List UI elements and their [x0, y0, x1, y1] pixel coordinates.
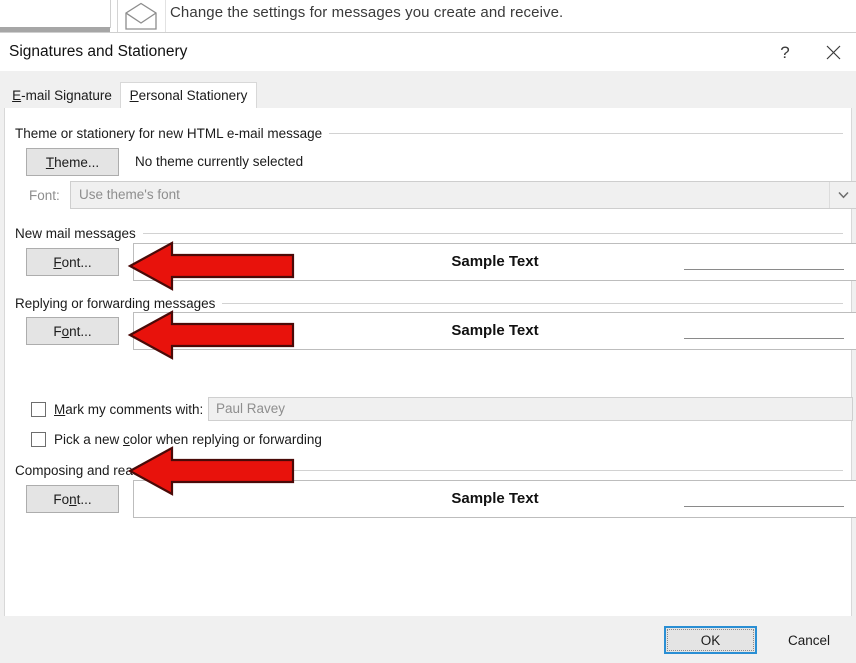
dialog-tabstrip: E-mail Signature Personal Stationery	[0, 82, 856, 108]
new-mail-font-button[interactable]: Font...	[26, 248, 119, 276]
group-rule-theme	[329, 133, 843, 134]
mark-comments-checkbox-row[interactable]: Mark my comments with:	[31, 402, 203, 417]
pick-new-color-checkbox-row[interactable]: Pick a new color when replying or forwar…	[31, 432, 322, 447]
theme-button[interactable]: Theme...	[26, 148, 119, 176]
tab-email-signature-label: E-mail Signature	[12, 87, 112, 103]
close-button[interactable]	[810, 33, 856, 71]
ok-button[interactable]: OK	[664, 626, 757, 654]
group-rule-reply-forward	[222, 303, 843, 304]
new-mail-font-button-label: Font...	[53, 254, 92, 270]
reply-forward-font-button-label: Font...	[53, 323, 92, 339]
mark-comments-input-value: Paul Ravey	[216, 401, 286, 416]
theme-font-label: Font:	[29, 188, 60, 203]
group-label-plain-text-text: Composing and reading plain text message…	[15, 463, 282, 478]
group-label-theme: Theme or stationery for new HTML e-mail …	[15, 126, 843, 141]
group-label-theme-text: Theme or stationery for new HTML e-mail …	[15, 126, 323, 141]
plain-text-font-button-label: Font...	[53, 491, 92, 507]
mark-comments-checkbox[interactable]	[31, 402, 46, 417]
background-divider-1	[117, 0, 118, 34]
tab-personal-stationery[interactable]: Personal Stationery	[120, 82, 257, 108]
dialog-footer: OK Cancel	[0, 616, 856, 663]
background-app-strip: Change the settings for messages you cre…	[0, 0, 856, 34]
group-rule-plain-text	[288, 470, 843, 471]
mark-comments-label: Mark my comments with:	[54, 402, 204, 417]
group-label-plain-text: Composing and reading plain text message…	[15, 463, 843, 478]
new-mail-preview-rule	[684, 269, 844, 270]
group-label-new-mail-text: New mail messages	[15, 226, 136, 241]
mark-comments-input[interactable]: Paul Ravey	[208, 397, 853, 421]
ok-focus-ring	[667, 629, 754, 651]
new-mail-sample-text: Sample Text	[451, 253, 539, 270]
close-icon	[826, 45, 840, 59]
pick-new-color-checkbox[interactable]	[31, 432, 46, 447]
dialog-titlebar: Signatures and Stationery ?	[0, 33, 856, 71]
group-rule-new-mail	[142, 233, 843, 234]
plain-text-sample-text: Sample Text	[451, 490, 539, 507]
theme-font-combobox[interactable]: Use theme's font	[70, 181, 856, 209]
new-mail-preview: Sample Text	[133, 243, 856, 281]
background-left-tab	[0, 0, 111, 28]
chevron-down-icon[interactable]	[829, 182, 856, 208]
tab-email-signature[interactable]: E-mail Signature	[4, 82, 120, 108]
plain-text-font-button[interactable]: Font...	[26, 485, 119, 513]
tab-personal-stationery-label: Personal Stationery	[129, 88, 248, 103]
theme-font-value: Use theme's font	[79, 187, 180, 202]
group-label-new-mail: New mail messages	[15, 226, 843, 241]
plain-text-preview: Sample Text	[133, 480, 856, 518]
personal-stationery-panel: Theme or stationery for new HTML e-mail …	[4, 108, 856, 617]
reply-forward-preview-rule	[684, 338, 844, 339]
reply-forward-sample-text: Sample Text	[451, 322, 539, 339]
theme-button-label: Theme...	[45, 154, 100, 170]
background-caption: Change the settings for messages you cre…	[170, 4, 564, 21]
question-mark-icon: ?	[780, 42, 790, 62]
group-label-reply-forward-text: Replying or forwarding messages	[15, 296, 216, 311]
cancel-button-label: Cancel	[787, 632, 831, 648]
dialog-title: Signatures and Stationery	[9, 43, 188, 60]
signatures-and-stationery-dialog: Signatures and Stationery ? E-mail Signa…	[0, 32, 856, 663]
help-button[interactable]: ?	[762, 33, 808, 71]
theme-status-text: No theme currently selected	[135, 154, 304, 169]
reply-forward-font-button[interactable]: Font...	[26, 317, 119, 345]
plain-text-preview-rule	[684, 506, 844, 507]
envelope-icon	[122, 2, 160, 32]
group-label-reply-forward: Replying or forwarding messages	[15, 296, 843, 311]
cancel-button[interactable]: Cancel	[762, 626, 856, 654]
pick-new-color-label: Pick a new color when replying or forwar…	[54, 432, 322, 447]
reply-forward-preview: Sample Text	[133, 312, 856, 350]
background-divider-2	[165, 0, 166, 34]
